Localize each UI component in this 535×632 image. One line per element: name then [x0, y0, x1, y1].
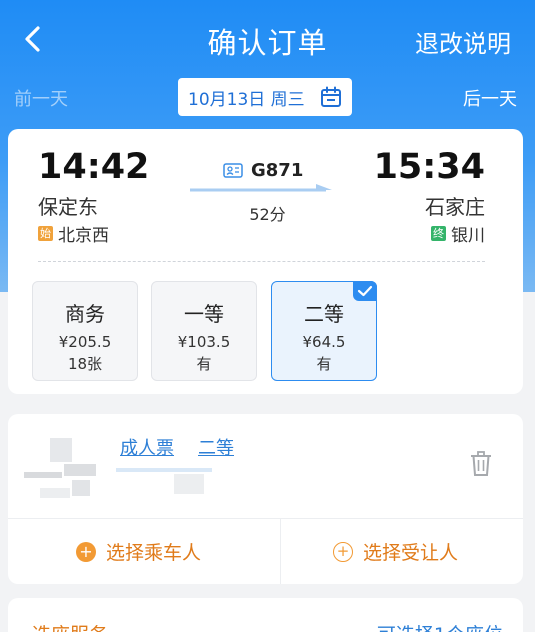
date-picker[interactable]: 10月13日 周三 — [178, 78, 352, 116]
terminus-badge: 终 — [431, 226, 446, 241]
seat-price: ¥103.5 — [177, 333, 231, 351]
origin-badge: 始 — [38, 226, 53, 241]
seat-selection-card[interactable]: 选座服务 可选择1个座位 — [8, 598, 523, 632]
seat-option-first-class[interactable]: 一等 ¥103.5 有 — [151, 281, 257, 381]
redacted-passenger-name — [24, 438, 96, 498]
prev-day-button[interactable]: 前一天 — [14, 85, 68, 111]
seat-price: ¥64.5 — [302, 333, 346, 351]
plus-circle-icon: + — [76, 541, 96, 562]
departure-time: 14:42 — [38, 147, 150, 187]
seat-selection-label: 选座服务 — [32, 620, 108, 632]
arrival-station: 石家庄 — [425, 195, 485, 219]
next-day-button[interactable]: 后一天 — [463, 85, 517, 111]
plus-circle-icon: + — [333, 541, 353, 562]
navigation-bar: 确认订单 退改说明 — [0, 0, 535, 78]
train-info-card: 14:42 15:34 G871 52分 保定东 石家庄 始 北京西 终 银川 … — [8, 129, 523, 394]
train-number-label: G871 — [251, 160, 304, 181]
seat-name: 商务 — [65, 302, 105, 326]
divider — [38, 261, 485, 262]
seat-availability: 有 — [196, 355, 212, 373]
seat-type-link[interactable]: 二等 — [198, 434, 234, 460]
departure-station: 保定东 — [38, 195, 98, 219]
arrival-time: 15:34 — [373, 147, 485, 187]
selected-tag — [353, 281, 377, 301]
seat-option-business[interactable]: 商务 ¥205.5 18张 — [32, 281, 138, 381]
choose-assignee-button[interactable]: + 选择受让人 — [333, 538, 458, 565]
train-number[interactable]: G871 — [223, 160, 303, 181]
origin-station-name: 北京西 — [58, 226, 109, 246]
terminus-station-name: 银川 — [451, 226, 485, 246]
choose-assignee-label: 选择受让人 — [363, 542, 459, 564]
seat-name: 一等 — [184, 302, 224, 326]
trash-icon[interactable] — [469, 450, 493, 478]
refund-policy-link[interactable]: 退改说明 — [415, 24, 511, 59]
calendar-icon — [321, 86, 341, 107]
seat-name: 二等 — [304, 302, 344, 326]
date-selector: 前一天 10月13日 周三 后一天 — [0, 78, 535, 118]
choose-passenger-button[interactable]: + 选择乘车人 — [76, 538, 201, 565]
terminus-station: 终 银川 — [431, 221, 485, 246]
divider — [280, 518, 281, 584]
id-card-icon — [223, 163, 243, 178]
passenger-card: 成人票 二等 + 选择乘车人 + 选择受让人 — [8, 414, 523, 584]
origin-station: 始 北京西 — [38, 221, 109, 246]
seat-availability: 有 — [316, 355, 332, 373]
selected-date: 10月13日 周三 — [188, 89, 305, 110]
check-icon — [357, 285, 373, 297]
route-arrow-icon — [190, 184, 332, 192]
choose-passenger-label: 选择乘车人 — [106, 542, 202, 564]
seat-selection-hint: 可选择1个座位 — [377, 620, 503, 632]
seat-price: ¥205.5 — [58, 333, 112, 351]
ticket-type-link[interactable]: 成人票 — [120, 434, 174, 460]
divider — [8, 518, 523, 519]
seat-availability: 18张 — [67, 355, 103, 373]
seat-option-second-class[interactable]: 二等 ¥64.5 有 — [271, 281, 377, 381]
redacted-id-number — [116, 468, 212, 494]
